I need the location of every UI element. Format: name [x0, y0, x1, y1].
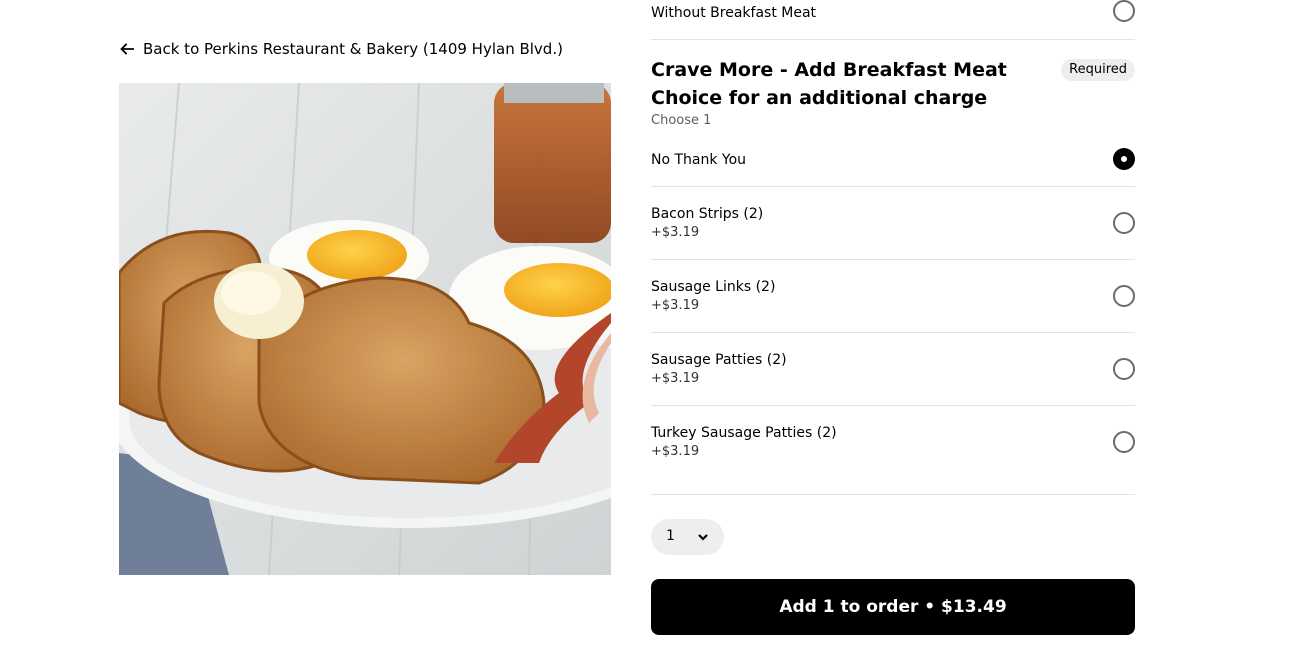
arrow-left-icon — [120, 43, 134, 55]
add-to-order-label: Add 1 to order • $13.49 — [779, 597, 1007, 617]
option-price: +$3.19 — [651, 371, 700, 386]
option-bacon-strips[interactable]: Bacon Strips (2) +$3.19 — [651, 187, 1135, 260]
back-link-label: Back to Perkins Restaurant & Bakery (140… — [143, 40, 563, 58]
radio-button[interactable] — [1113, 358, 1135, 380]
chevron-down-icon — [698, 534, 708, 541]
choose-count: Choose 1 — [651, 113, 712, 128]
radio-button-selected[interactable] — [1113, 148, 1135, 170]
option-label: No Thank You — [651, 152, 747, 168]
option-sausage-links[interactable]: Sausage Links (2) +$3.19 — [651, 260, 1135, 333]
option-price: +$3.19 — [651, 298, 700, 313]
required-badge: Required — [1061, 59, 1135, 81]
back-link[interactable]: Back to Perkins Restaurant & Bakery (140… — [119, 38, 563, 60]
section-title: Crave More - Add Breakfast Meat Choice f… — [651, 59, 1007, 109]
option-label: Sausage Patties (2) — [651, 352, 787, 368]
quantity-value: 1 — [666, 528, 675, 544]
option-label: Turkey Sausage Patties (2) — [651, 425, 837, 441]
radio-button[interactable] — [1113, 212, 1135, 234]
option-turkey-sausage-patties[interactable]: Turkey Sausage Patties (2) +$3.19 — [651, 406, 1135, 495]
radio-button[interactable] — [1113, 431, 1135, 453]
option-label: Without Breakfast Meat — [651, 5, 817, 21]
option-no-thank-you[interactable]: No Thank You — [651, 136, 1135, 187]
option-label: Bacon Strips (2) — [651, 206, 764, 222]
option-sausage-patties[interactable]: Sausage Patties (2) +$3.19 — [651, 333, 1135, 406]
add-to-order-button[interactable]: Add 1 to order • $13.49 — [651, 579, 1135, 635]
option-price: +$3.19 — [651, 444, 700, 459]
option-price: +$3.19 — [651, 225, 700, 240]
radio-button[interactable] — [1113, 285, 1135, 307]
item-photo — [119, 83, 611, 575]
option-without-breakfast-meat[interactable]: Without Breakfast Meat — [651, 0, 1135, 40]
option-label: Sausage Links (2) — [651, 279, 776, 295]
quantity-select[interactable]: 1 — [651, 519, 724, 555]
radio-button[interactable] — [1113, 0, 1135, 22]
